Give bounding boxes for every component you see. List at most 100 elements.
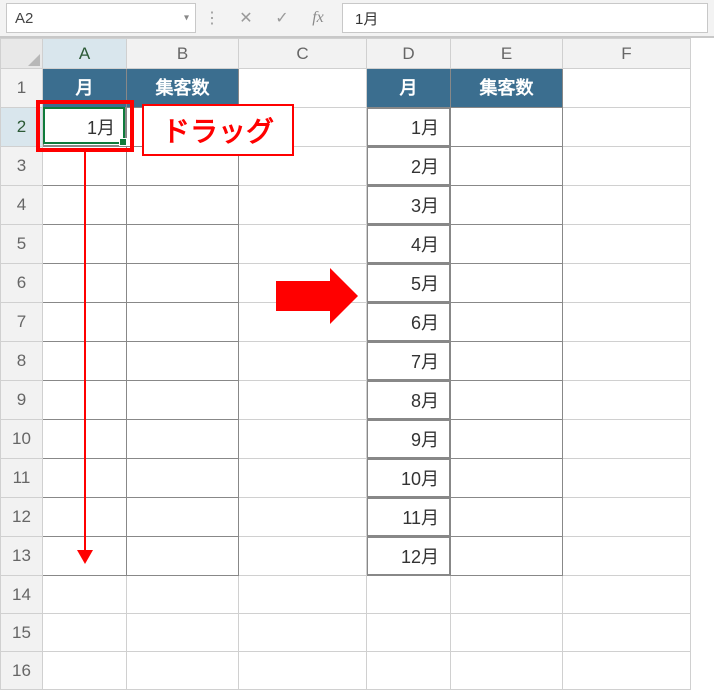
cell-D11[interactable]: 10月: [367, 459, 451, 498]
cell-F16[interactable]: [563, 652, 691, 690]
row-head-1[interactable]: 1: [1, 69, 43, 108]
cell-C9[interactable]: [239, 381, 367, 420]
cell-C13[interactable]: [239, 537, 367, 576]
cell-F7[interactable]: [563, 303, 691, 342]
insert-function-button[interactable]: fx: [300, 3, 336, 33]
cell-A15[interactable]: [43, 614, 127, 652]
row-head-4[interactable]: 4: [1, 186, 43, 225]
row-head-13[interactable]: 13: [1, 537, 43, 576]
cell-B11[interactable]: [127, 459, 239, 498]
cell-D6[interactable]: 5月: [367, 264, 451, 303]
row-head-6[interactable]: 6: [1, 264, 43, 303]
cell-B10[interactable]: [127, 420, 239, 459]
cell-F13[interactable]: [563, 537, 691, 576]
cell-A16[interactable]: [43, 652, 127, 690]
cell-B3[interactable]: [127, 147, 239, 186]
cell-A1[interactable]: 月: [43, 69, 127, 108]
row-head-8[interactable]: 8: [1, 342, 43, 381]
cell-D10[interactable]: 9月: [367, 420, 451, 459]
row-head-14[interactable]: 14: [1, 576, 43, 614]
name-box[interactable]: A2 ▾: [6, 3, 196, 33]
cell-E12[interactable]: [451, 498, 563, 537]
cell-F8[interactable]: [563, 342, 691, 381]
cell-C16[interactable]: [239, 652, 367, 690]
cell-C10[interactable]: [239, 420, 367, 459]
cell-C11[interactable]: [239, 459, 367, 498]
col-head-F[interactable]: F: [563, 39, 691, 69]
cell-D7[interactable]: 6月: [367, 303, 451, 342]
cell-E13[interactable]: [451, 537, 563, 576]
cell-B2[interactable]: [127, 108, 239, 147]
name-box-dropdown-icon[interactable]: ▾: [184, 13, 189, 24]
cell-E1[interactable]: 集客数: [451, 69, 563, 108]
cell-E3[interactable]: [451, 147, 563, 186]
cell-F15[interactable]: [563, 614, 691, 652]
cell-B8[interactable]: [127, 342, 239, 381]
cell-B16[interactable]: [127, 652, 239, 690]
cell-F14[interactable]: [563, 576, 691, 614]
cell-B4[interactable]: [127, 186, 239, 225]
cell-F9[interactable]: [563, 381, 691, 420]
cell-C14[interactable]: [239, 576, 367, 614]
cell-D15[interactable]: [367, 614, 451, 652]
row-head-2[interactable]: 2: [1, 108, 43, 147]
cell-F1[interactable]: [563, 69, 691, 108]
cell-D1[interactable]: 月: [367, 69, 451, 108]
cell-C2[interactable]: [239, 108, 367, 147]
col-head-D[interactable]: D: [367, 39, 451, 69]
cell-F5[interactable]: [563, 225, 691, 264]
cell-B13[interactable]: [127, 537, 239, 576]
confirm-button[interactable]: ✓: [264, 3, 300, 33]
cell-F4[interactable]: [563, 186, 691, 225]
row-head-16[interactable]: 16: [1, 652, 43, 690]
cell-D2[interactable]: 1月: [367, 108, 451, 147]
row-head-7[interactable]: 7: [1, 303, 43, 342]
cell-B14[interactable]: [127, 576, 239, 614]
cell-A2[interactable]: 1月: [43, 108, 127, 147]
cell-A14[interactable]: [43, 576, 127, 614]
row-head-12[interactable]: 12: [1, 498, 43, 537]
row-head-11[interactable]: 11: [1, 459, 43, 498]
cell-F2[interactable]: [563, 108, 691, 147]
cell-E14[interactable]: [451, 576, 563, 614]
cell-E8[interactable]: [451, 342, 563, 381]
cell-E10[interactable]: [451, 420, 563, 459]
cell-C5[interactable]: [239, 225, 367, 264]
col-head-A[interactable]: A: [43, 39, 127, 69]
cell-C3[interactable]: [239, 147, 367, 186]
cell-B7[interactable]: [127, 303, 239, 342]
cell-D16[interactable]: [367, 652, 451, 690]
row-head-15[interactable]: 15: [1, 614, 43, 652]
cell-F10[interactable]: [563, 420, 691, 459]
cell-E5[interactable]: [451, 225, 563, 264]
cell-E9[interactable]: [451, 381, 563, 420]
cell-D13[interactable]: 12月: [367, 537, 451, 576]
cell-F11[interactable]: [563, 459, 691, 498]
cell-D14[interactable]: [367, 576, 451, 614]
cell-E7[interactable]: [451, 303, 563, 342]
cell-B1[interactable]: 集客数: [127, 69, 239, 108]
row-head-3[interactable]: 3: [1, 147, 43, 186]
cell-C1[interactable]: [239, 69, 367, 108]
cell-E16[interactable]: [451, 652, 563, 690]
cell-F3[interactable]: [563, 147, 691, 186]
cell-F6[interactable]: [563, 264, 691, 303]
cancel-button[interactable]: ✕: [228, 3, 264, 33]
cell-E11[interactable]: [451, 459, 563, 498]
cell-D12[interactable]: 11月: [367, 498, 451, 537]
row-head-5[interactable]: 5: [1, 225, 43, 264]
cell-C15[interactable]: [239, 614, 367, 652]
select-all-corner[interactable]: [1, 39, 43, 69]
formula-input[interactable]: 1月: [342, 3, 708, 33]
cell-D4[interactable]: 3月: [367, 186, 451, 225]
cell-C8[interactable]: [239, 342, 367, 381]
cell-D9[interactable]: 8月: [367, 381, 451, 420]
cell-D3[interactable]: 2月: [367, 147, 451, 186]
cell-B15[interactable]: [127, 614, 239, 652]
cell-D5[interactable]: 4月: [367, 225, 451, 264]
cell-E2[interactable]: [451, 108, 563, 147]
cell-B9[interactable]: [127, 381, 239, 420]
cell-F12[interactable]: [563, 498, 691, 537]
cell-B6[interactable]: [127, 264, 239, 303]
cell-C4[interactable]: [239, 186, 367, 225]
